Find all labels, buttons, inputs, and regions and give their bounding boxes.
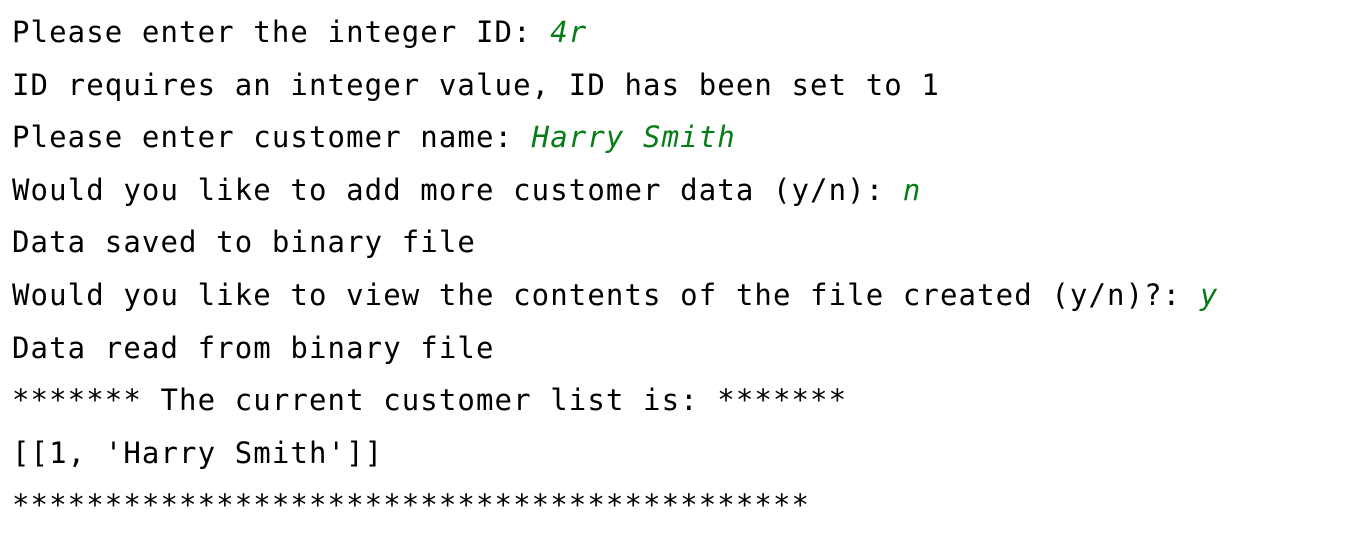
output-text: Data saved to binary file: [12, 225, 476, 260]
prompt-text: Please enter the integer ID:: [12, 15, 551, 49]
output-text: ID requires an integer value, ID has bee…: [12, 67, 940, 102]
output-text: Data read from binary file: [12, 330, 495, 365]
user-input-text: Harry Smith: [531, 120, 736, 155]
output-text: [[1, 'Harry Smith']]: [12, 435, 384, 470]
console-line-read: Data read from binary file: [12, 326, 1366, 379]
output-text: ****************************************…: [12, 488, 811, 523]
console-line-view-prompt: Would you like to view the contents of t…: [12, 273, 1366, 326]
prompt-text: Would you like to add more customer data…: [12, 172, 903, 207]
user-input-text: y: [1199, 277, 1219, 312]
console-line-list-header: ******* The current customer list is: **…: [12, 378, 1366, 431]
console-line-customer-list: [[1, 'Harry Smith']]: [12, 431, 1366, 484]
console-line-id-prompt: Please enter the integer ID: 4r: [12, 10, 1366, 63]
console-line-id-warning: ID requires an integer value, ID has bee…: [12, 63, 1366, 116]
prompt-text: Please enter customer name:: [12, 120, 532, 155]
console-line-list-footer: ****************************************…: [12, 483, 1366, 536]
console-line-add-more-prompt: Would you like to add more customer data…: [12, 168, 1366, 221]
user-input-text: 4r: [550, 15, 588, 49]
console-line-name-prompt: Please enter customer name: Harry Smith: [12, 115, 1366, 168]
user-input-text: n: [902, 172, 922, 207]
console-line-saved: Data saved to binary file: [12, 220, 1366, 273]
console-output: Please enter the integer ID: 4r ID requi…: [0, 0, 1366, 544]
prompt-text: Would you like to view the contents of t…: [12, 277, 1200, 312]
output-text: ******* The current customer list is: **…: [12, 383, 848, 418]
